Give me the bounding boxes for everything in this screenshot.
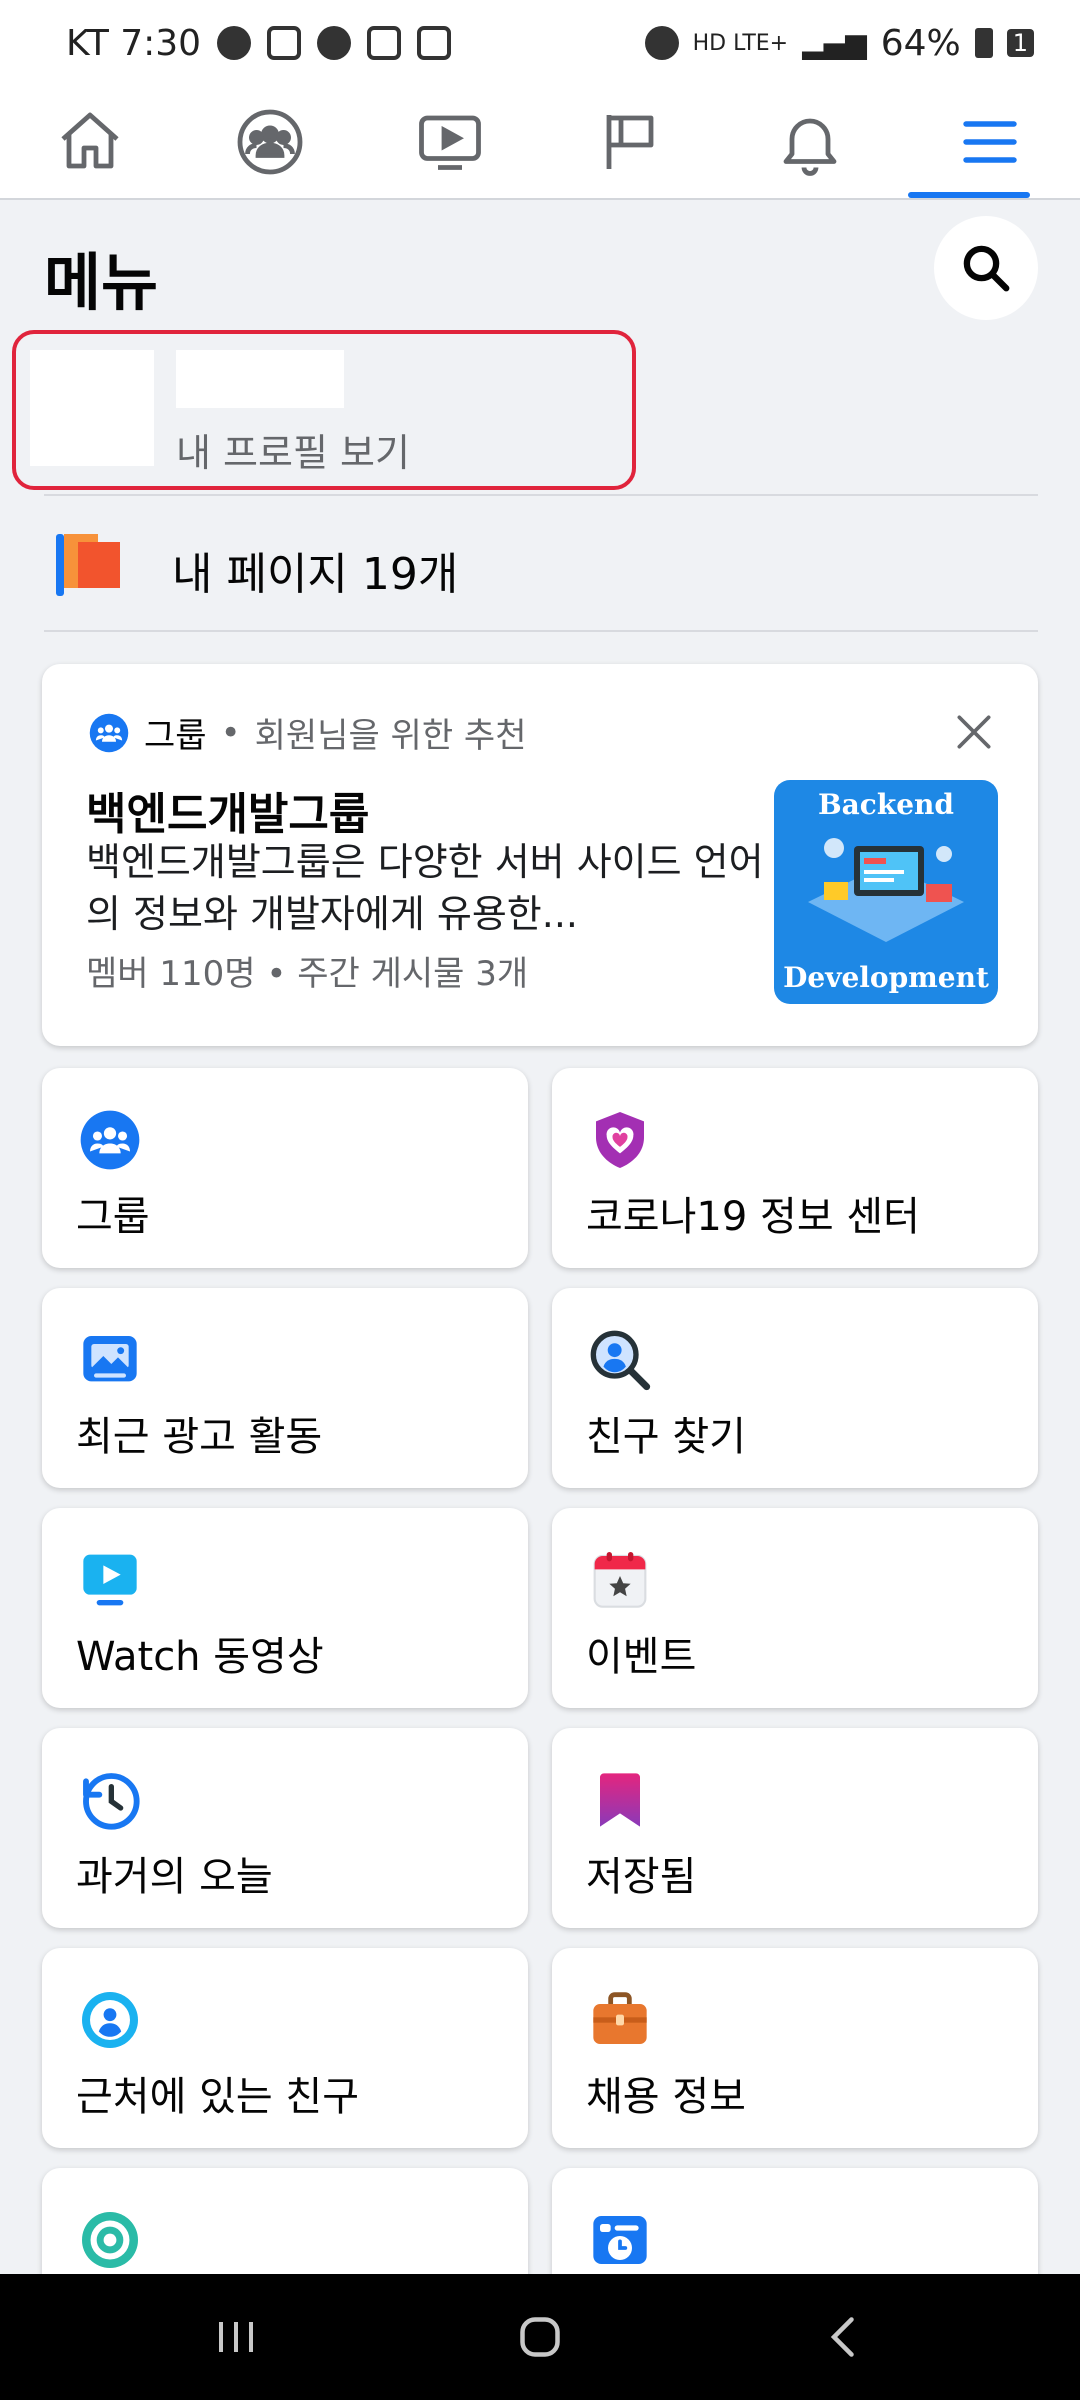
find-friends-icon <box>590 1330 651 1391</box>
shortcut-watch[interactable]: Watch 동영상 <box>42 1508 528 1708</box>
groups-icon <box>237 109 303 175</box>
analytics-icon <box>367 26 402 60</box>
search-button[interactable] <box>934 216 1038 320</box>
separator-dot: • <box>220 712 241 753</box>
group-thumbnail[interactable]: Backend Development <box>774 780 998 1004</box>
close-icon[interactable] <box>952 710 996 754</box>
shortcut-label: 코로나19 정보 센터 <box>586 1194 920 1240</box>
shortcut-ad-activity[interactable]: 최근 광고 활동 <box>42 1288 528 1488</box>
tab-groups[interactable] <box>210 86 330 198</box>
menu-hamburger-icon <box>963 121 1017 163</box>
event-calendar-icon <box>593 1552 647 1608</box>
back-button[interactable] <box>774 2274 914 2400</box>
shortcut-groups[interactable]: 그룹 <box>42 1068 528 1268</box>
my-pages-row[interactable]: 내 페이지 19개 <box>44 510 1038 620</box>
shortcut-label: 채용 정보 <box>586 2074 746 2120</box>
pages-flag-icon <box>606 115 654 169</box>
shortcut-label: 근처에 있는 친구 <box>76 2074 360 2120</box>
status-bar: KT 7:30 HD LTE+ ▂▄▆ 64% 1 <box>0 0 1080 86</box>
pages-flag-icon <box>56 534 120 596</box>
carrier-time: KT 7:30 <box>66 22 202 64</box>
shortcut-label: 최근 광고 활동 <box>76 1414 323 1460</box>
sim-badge: 1 <box>1006 29 1034 57</box>
covid-shield-heart-icon <box>596 1112 644 1168</box>
shortcut-label: 친구 찾기 <box>586 1414 746 1460</box>
group-posts: 주간 게시물 3개 <box>297 954 529 994</box>
search-icon <box>963 245 1010 292</box>
battery-icon <box>974 28 993 58</box>
tab-home[interactable] <box>30 86 150 198</box>
shortcut-find-friends[interactable]: 친구 찾기 <box>552 1288 1038 1488</box>
nearby-friends-icon <box>82 1992 138 2048</box>
saved-bookmark-icon <box>600 1773 640 1827</box>
recommendation-reason: 회원님을 위한 추천 <box>254 716 527 756</box>
image-icon <box>417 26 452 60</box>
timed-card-icon <box>593 2216 647 2264</box>
separator-dot: • <box>266 954 287 994</box>
shortcut-jobs[interactable]: 채용 정보 <box>552 1948 1038 2148</box>
shortcut-label: 과거의 오늘 <box>76 1854 273 1900</box>
vpn-shield-icon <box>217 26 252 60</box>
signal-icon: ▂▄▆ <box>802 26 867 60</box>
profile-row[interactable]: 내 프로필 보기 <box>12 330 636 490</box>
live-broadcast-icon <box>82 2212 138 2268</box>
shortcut-memories[interactable]: 과거의 오늘 <box>42 1728 528 1928</box>
recommendation-category: 그룹 <box>144 716 207 756</box>
group-recommendation-card[interactable]: 그룹 • 회원님을 위한 추천 백엔드개발그룹 백엔드개발그룹은 다양한 서버 … <box>42 664 1038 1046</box>
divider <box>44 494 1038 496</box>
shortcut-saved[interactable]: 저장됨 <box>552 1728 1038 1928</box>
tab-notifications[interactable] <box>750 86 870 198</box>
groups-icon <box>80 1110 140 1170</box>
shortcut-label: Watch 동영상 <box>76 1634 324 1680</box>
group-title[interactable]: 백엔드개발그룹 <box>86 778 369 842</box>
recommendation-header: 그룹 • 회원님을 위한 추천 <box>88 708 526 757</box>
battery-percent: 64% <box>880 22 961 64</box>
group-meta: 멤버 110명 • 주간 게시물 3개 <box>86 946 528 995</box>
home-icon <box>61 112 119 169</box>
shortcut-covid-info[interactable]: 코로나19 정보 센터 <box>552 1068 1038 1268</box>
shortcut-label: 그룹 <box>76 1194 150 1240</box>
network-indicator: HD LTE+ <box>692 30 789 56</box>
computer-illustration-icon <box>808 838 964 942</box>
page-title: 메뉴 <box>44 246 159 319</box>
my-pages-label: 내 페이지 19개 <box>172 549 459 600</box>
top-nav-bar <box>0 86 1080 200</box>
home-circle-icon <box>520 2317 560 2357</box>
watch-video-icon <box>83 1554 137 1606</box>
profile-name-redacted <box>176 350 344 408</box>
app-notification-icon <box>267 26 302 60</box>
ad-activity-icon <box>83 1336 137 1382</box>
tab-pages[interactable] <box>570 86 690 198</box>
view-profile-link[interactable]: 내 프로필 보기 <box>176 422 410 477</box>
home-button[interactable] <box>470 2274 610 2400</box>
system-navigation-bar <box>0 2274 1080 2400</box>
active-tab-indicator <box>908 192 1030 198</box>
mute-icon <box>644 26 679 60</box>
groups-icon <box>89 713 129 752</box>
avatar[interactable] <box>30 350 154 466</box>
recent-apps-icon <box>219 2322 253 2352</box>
shortcut-nearby-friends[interactable]: 근처에 있는 친구 <box>42 1948 528 2148</box>
shortcut-events[interactable]: 이벤트 <box>552 1508 1038 1708</box>
shortcut-label: 이벤트 <box>586 1634 697 1680</box>
shortcut-label: 저장됨 <box>586 1854 697 1900</box>
recent-apps-button[interactable] <box>166 2274 306 2400</box>
jobs-briefcase-icon <box>593 1992 647 2044</box>
tab-menu[interactable] <box>930 86 1050 198</box>
notifications-bell-icon <box>783 118 837 176</box>
watch-icon <box>419 115 481 170</box>
back-chevron-icon <box>830 2317 854 2357</box>
tab-watch[interactable] <box>390 86 510 198</box>
divider <box>44 630 1038 632</box>
memories-clock-icon <box>83 1773 140 1830</box>
thumbnail-text-bottom: Development <box>783 961 989 994</box>
group-members: 멤버 110명 <box>86 954 256 994</box>
group-description: 백엔드개발그룹은 다양한 서버 사이드 언어의 정보와 개발자에게 유용한... <box>86 840 764 936</box>
thumbnail-text-top: Backend <box>817 788 954 821</box>
chat-bubble-icon <box>317 26 352 60</box>
